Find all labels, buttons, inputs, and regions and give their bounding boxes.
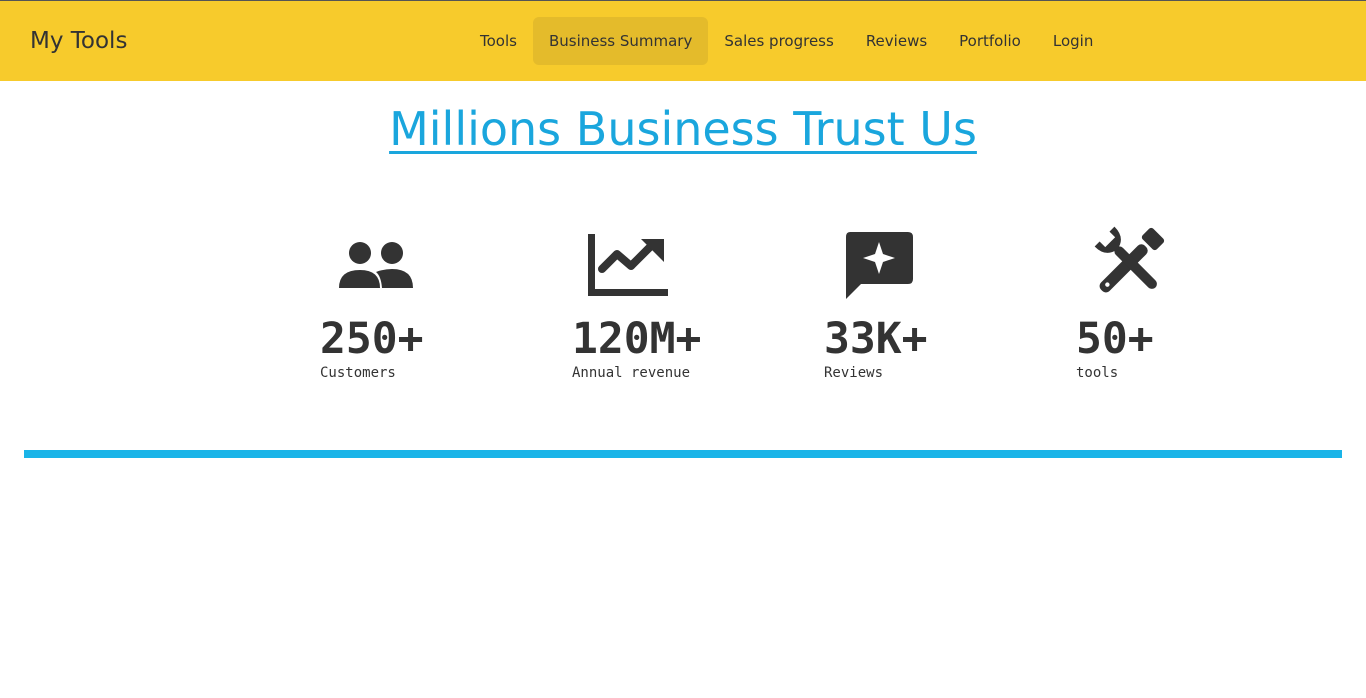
hero-title-link[interactable]: Millions Business Trust Us	[389, 102, 977, 156]
chart-line-icon	[588, 234, 668, 296]
stat-label: tools	[1076, 365, 1119, 381]
nav-item-portfolio[interactable]: Portfolio	[943, 17, 1037, 65]
tools-icon	[1094, 226, 1165, 293]
stat-label: Reviews	[824, 365, 884, 381]
stat-value: 33K+	[824, 314, 928, 364]
stat-label: Annual revenue	[572, 365, 691, 381]
navbar: My Tools Tools Business Summary Sales pr…	[0, 0, 1366, 81]
nav-menu: Tools Business Summary Sales progress Re…	[464, 17, 1109, 65]
stat-reviews: 33K+ Reviews	[824, 222, 1024, 381]
nav-item-business-summary[interactable]: Business Summary	[532, 17, 709, 65]
stat-value: 120M+	[572, 314, 702, 364]
nav-item-sales-progress[interactable]: Sales progress	[708, 17, 849, 65]
users-icon	[339, 242, 413, 288]
section-divider	[24, 450, 1342, 458]
hero-title: Millions Business Trust Us	[0, 102, 1366, 156]
stat-label: Customers	[320, 365, 396, 381]
stat-value: 250+	[320, 314, 424, 364]
stat-value: 50+	[1076, 314, 1154, 364]
brand-link[interactable]: My Tools	[30, 28, 127, 54]
review-star-icon	[846, 232, 913, 299]
nav-item-reviews[interactable]: Reviews	[850, 17, 943, 65]
stat-annual-revenue: 120M+ Annual revenue	[572, 222, 772, 381]
nav-item-login[interactable]: Login	[1037, 17, 1109, 65]
nav-item-tools[interactable]: Tools	[464, 17, 533, 65]
stat-customers: 250+ Customers	[320, 222, 520, 381]
stat-tools: 50+ tools	[1076, 222, 1276, 381]
